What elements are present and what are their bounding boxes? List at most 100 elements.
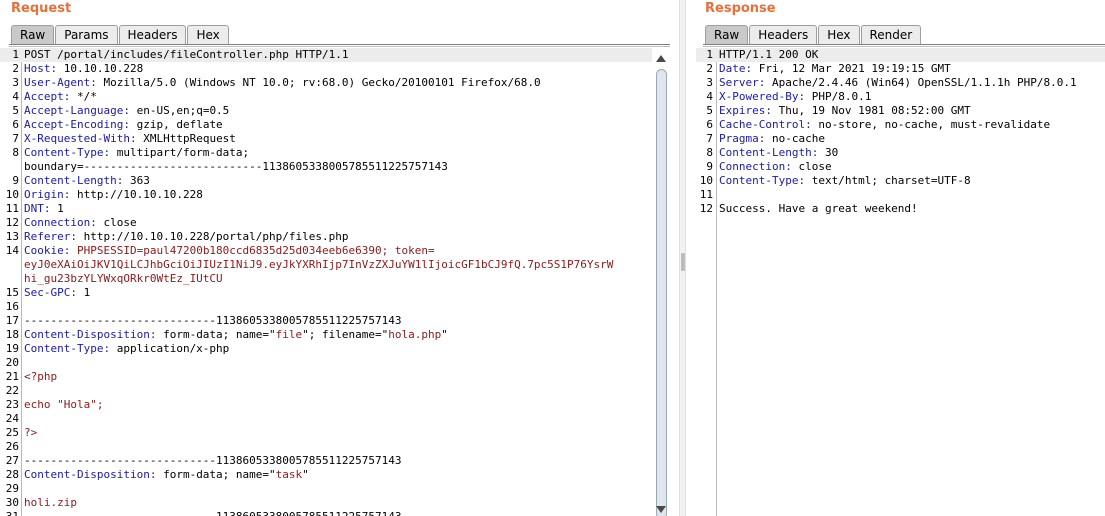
response-line[interactable]: 11 [696,188,1105,202]
request-line[interactable]: 14 Cookie: PHPSESSID=paul47200b180ccd6835… [0,244,652,258]
header-value: " [441,328,448,341]
header-value: "; filename=" [302,328,389,341]
response-lines[interactable]: 1 HTTP/1.1 200 OK 2 Date: Fri, 12 Mar 2021 … [696,48,1105,216]
response-line[interactable]: 4 X-Powered-By: PHP/8.0.1 [696,90,1105,104]
request-line[interactable]: 25 ?> [0,426,652,440]
request-line[interactable]: 22 [0,384,652,398]
request-line[interactable]: 2 Host: 10.10.10.228 [0,62,652,76]
request-line[interactable]: 6 Accept-Encoding: gzip, deflate [0,118,652,132]
request-line[interactable]: 12 Connection: close [0,216,652,230]
response-tab-headers[interactable]: Headers [749,25,818,44]
request-line[interactable]: 20 [0,356,652,370]
response-tab-render[interactable]: Render [860,25,922,44]
header-key: Cookie: [24,244,71,257]
request-line[interactable]: 30 holi.zip [0,496,652,510]
line-number: 20 [5,356,19,369]
line-number: 7 [12,132,19,145]
header-key: Content-Disposition: [24,328,157,341]
header-key: Accept: [24,90,71,103]
header-value: Apache/2.4.46 (Win64) OpenSSL/1.1.1h PHP… [765,76,1077,89]
header-value: */* [70,90,97,103]
response-line[interactable]: 3 Server: Apache/2.4.46 (Win64) OpenSSL/1… [696,76,1105,90]
request-line[interactable]: 17 -----------------------------113860533… [0,314,652,328]
splitter-grip-icon[interactable] [681,253,685,271]
request-line[interactable]: 28 Content-Disposition: form-data; name="… [0,468,652,482]
line-number: 24 [5,412,19,425]
response-line[interactable]: 2 Date: Fri, 12 Mar 2021 19:19:15 GMT [696,62,1105,76]
request-line[interactable]: 16 [0,300,652,314]
request-line[interactable]: 19 Content-Type: application/x-php [0,342,652,356]
highlighted-value: task [275,468,303,481]
highlighted-value: echo "Hola"; [24,398,104,411]
line-content: -----------------------------11386053380… [24,454,402,468]
header-key: Content-Type: [24,342,111,355]
request-editor[interactable]: 1 POST /portal/includes/fileController.ph… [0,48,652,516]
request-line[interactable]: 21 <?php [0,370,652,384]
line-number: 16 [5,300,19,313]
request-line[interactable]: 13 Referer: http://10.10.10.228/portal/ph… [0,230,652,244]
highlighted-value: ?> [24,426,38,439]
response-line[interactable]: 10 Content-Type: text/html; charset=UTF-8 [696,174,1105,188]
response-line[interactable]: 1 HTTP/1.1 200 OK [696,48,1105,62]
scroll-up-icon[interactable] [656,55,666,62]
request-line[interactable]: 3 User-Agent: Mozilla/5.0 (Windows NT 10.… [0,76,652,90]
request-line[interactable]: eyJ0eXAiOiJKV1QiLCJhbGciOiJIUzI1NiJ9.eyJ… [0,258,652,272]
header-value: HTTP/1.1 200 OK [719,48,819,61]
request-scrollbar[interactable] [654,52,668,516]
request-scroll-thumb[interactable] [656,69,667,516]
line-content: <?php [24,370,57,384]
header-value: 30 [818,146,839,159]
line-content: POST /portal/includes/fileController.php… [24,48,349,62]
response-line[interactable]: 5 Expires: Thu, 19 Nov 1981 08:52:00 GMT [696,104,1105,118]
highlighted-value: <?php [24,370,58,383]
line-content: Content-Type: multipart/form-data; [24,146,249,160]
request-line[interactable]: 24 [0,412,652,426]
request-line[interactable]: 11 DNT: 1 [0,202,652,216]
response-editor[interactable]: 1 HTTP/1.1 200 OK 2 Date: Fri, 12 Mar 2021 … [696,48,1105,516]
request-line[interactable]: 1 POST /portal/includes/fileController.ph… [0,48,652,62]
line-number: 3 [12,76,19,89]
response-line[interactable]: 6 Cache-Control: no-store, no-cache, must… [696,118,1105,132]
header-value: Success. Have a great weekend! [719,202,918,215]
header-value: form-data; name=" [156,328,276,341]
request-line[interactable]: hi_gu23bzYLYWxqORkr0WtEz_IUtCU [0,272,652,286]
request-line[interactable]: 27 -----------------------------113860533… [0,454,652,468]
line-number: 21 [5,370,19,383]
request-line[interactable]: 23 echo "Hola"; [0,398,652,412]
header-key: Content-Disposition: [24,468,157,481]
request-line[interactable]: boundary=---------------------------1138… [0,160,652,174]
request-tab-params[interactable]: Params [55,25,118,44]
request-line[interactable]: 5 Accept-Language: en-US,en;q=0.5 [0,104,652,118]
header-key: Date: [719,62,753,75]
response-line[interactable]: 9 Connection: close [696,160,1105,174]
response-line[interactable]: 12 Success. Have a great weekend! [696,202,1105,216]
request-line[interactable]: 8 Content-Type: multipart/form-data; [0,146,652,160]
response-tab-hex[interactable]: Hex [818,25,860,44]
request-line[interactable]: 29 [0,482,652,496]
request-line[interactable]: 4 Accept: */* [0,90,652,104]
header-value: 1 [76,286,91,299]
header-key: Content-Length: [24,174,124,187]
header-value: en-US,en;q=0.5 [129,104,230,117]
response-panel: Response Raw Headers Hex Render 1 HTTP/1.… [696,0,1105,516]
scroll-down-icon[interactable] [656,506,666,513]
request-line[interactable]: 7 X-Requested-With: XMLHttpRequest [0,132,652,146]
request-line[interactable]: 10 Origin: http://10.10.10.228 [0,188,652,202]
request-line[interactable]: 31 -----------------------------113860533… [0,510,652,516]
response-tab-raw[interactable]: Raw [705,25,749,44]
line-number: 11 [5,202,19,215]
header-value: no-store, no-cache, must-revalidate [811,118,1051,131]
request-line[interactable]: 18 Content-Disposition: form-data; name="… [0,328,652,342]
request-lines[interactable]: 1 POST /portal/includes/fileController.ph… [0,48,652,516]
response-line[interactable]: 8 Content-Length: 30 [696,146,1105,160]
request-tab-hex[interactable]: Hex [187,25,229,44]
header-value: http://10.10.10.228/portal/php/files.php [76,230,349,243]
line-number: 17 [5,314,19,327]
request-line[interactable]: 15 Sec-GPC: 1 [0,286,652,300]
header-value: 1 [50,202,64,215]
request-line[interactable]: 9 Content-Length: 363 [0,174,652,188]
request-tab-headers[interactable]: Headers [118,25,187,44]
response-line[interactable]: 7 Pragma: no-cache [696,132,1105,146]
request-tab-raw[interactable]: Raw [11,25,55,44]
request-line[interactable]: 26 [0,440,652,454]
